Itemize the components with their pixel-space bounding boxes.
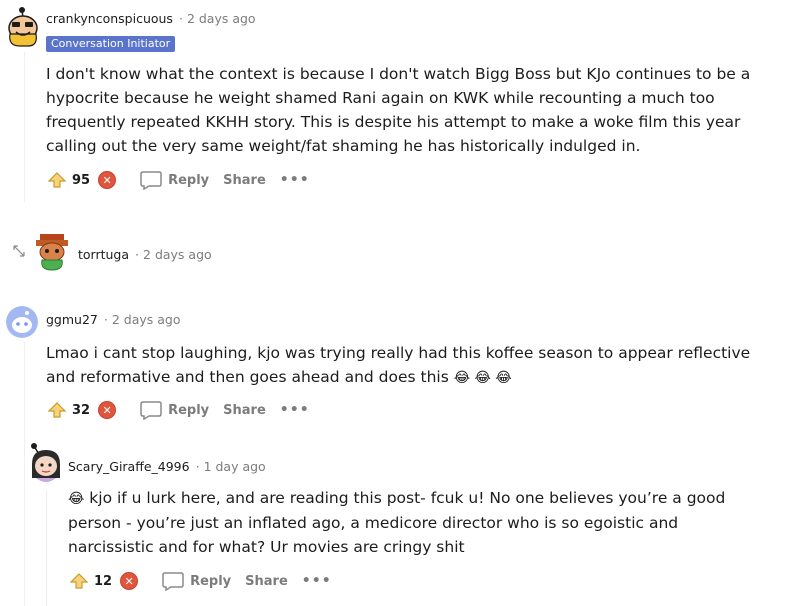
comment-text: Lmao i cant stop laughing, kjo was tryin… (46, 344, 751, 386)
comment-body: Lmao i cant stop laughing, kjo was tryin… (46, 341, 756, 390)
upvote-arrow-icon[interactable] (68, 571, 90, 591)
avatar[interactable] (34, 230, 70, 272)
upvote-arrow-icon[interactable] (46, 400, 68, 420)
snoo-avatar-icon (36, 234, 68, 271)
reply-label: Reply (190, 573, 232, 589)
downvote-x-icon[interactable]: ✕ (98, 401, 117, 419)
timestamp[interactable]: 2 days ago (187, 11, 256, 26)
separator: · (178, 11, 183, 26)
username[interactable]: ggmu27 (46, 312, 98, 327)
timestamp[interactable]: 2 days ago (112, 312, 181, 327)
snoo-avatar-icon (31, 443, 60, 482)
reply-button[interactable]: Reply (162, 571, 231, 591)
vote-group: 12 ✕ (68, 571, 139, 591)
timestamp[interactable]: 1 day ago (204, 459, 266, 474)
comment-body: 😂 kjo if u lurk here, and are reading th… (68, 486, 768, 559)
share-button[interactable]: Share (245, 574, 288, 589)
downvote-x-icon[interactable]: ✕ (98, 171, 117, 189)
avatar[interactable] (6, 306, 38, 338)
share-button[interactable]: Share (223, 403, 266, 418)
thread-line[interactable] (24, 342, 25, 606)
laughing-emoji: 😂 (68, 491, 85, 507)
more-options-button[interactable]: ••• (302, 573, 332, 589)
reply-button[interactable]: Reply (140, 170, 209, 190)
thread-line[interactable] (24, 52, 25, 202)
separator: · (195, 459, 200, 474)
username[interactable]: Scary_Giraffe_4996 (68, 459, 190, 474)
upvote-arrow-icon[interactable] (46, 170, 68, 190)
separator: · (135, 247, 140, 262)
expand-arrows-icon[interactable] (12, 244, 26, 261)
more-options-button[interactable]: ••• (280, 402, 310, 418)
vote-group: 32 ✕ (46, 400, 117, 420)
comment-text: kjo if u lurk here, and are reading this… (68, 489, 726, 556)
more-options-button[interactable]: ••• (280, 172, 310, 188)
username[interactable]: torrtuga (78, 247, 129, 262)
downvote-x-icon[interactable]: ✕ (120, 572, 139, 590)
vote-score: 12 (94, 573, 113, 589)
default-snoo-avatar-icon (6, 306, 38, 338)
avatar[interactable] (4, 4, 42, 48)
avatar[interactable] (26, 440, 64, 486)
laughing-emoji: 😂 😂 😂 (453, 370, 512, 386)
comment-actions: 12 ✕ Reply Share ••• (68, 571, 332, 591)
vote-score: 95 (72, 172, 91, 188)
comment-bubble-icon (140, 401, 162, 420)
timestamp[interactable]: 2 days ago (143, 247, 212, 262)
comment-actions: 32 ✕ Reply Share ••• (46, 400, 310, 420)
username[interactable]: crankynconspicuous (46, 11, 173, 26)
comment-meta: crankynconspicuous · 2 days ago (46, 11, 256, 26)
comment-meta: Scary_Giraffe_4996 · 1 day ago (68, 459, 266, 474)
vote-score: 32 (72, 402, 91, 418)
comment-actions: 95 ✕ Reply Share ••• (46, 170, 310, 190)
user-flair: Conversation Initiator (46, 36, 176, 52)
separator: · (103, 312, 108, 327)
comment-meta: ggmu27 · 2 days ago (46, 312, 181, 327)
vote-group: 95 ✕ (46, 170, 117, 190)
reply-button[interactable]: Reply (140, 400, 209, 420)
comment-bubble-icon (140, 171, 162, 190)
comment-bubble-icon (162, 572, 184, 591)
reply-label: Reply (168, 402, 210, 418)
reply-label: Reply (168, 172, 210, 188)
snoo-avatar-icon (8, 7, 38, 47)
comment-body: I don't know what the context is because… (46, 65, 751, 155)
share-button[interactable]: Share (223, 173, 266, 188)
thread-line[interactable] (46, 490, 47, 606)
comment-meta: torrtuga · 2 days ago (78, 247, 212, 262)
